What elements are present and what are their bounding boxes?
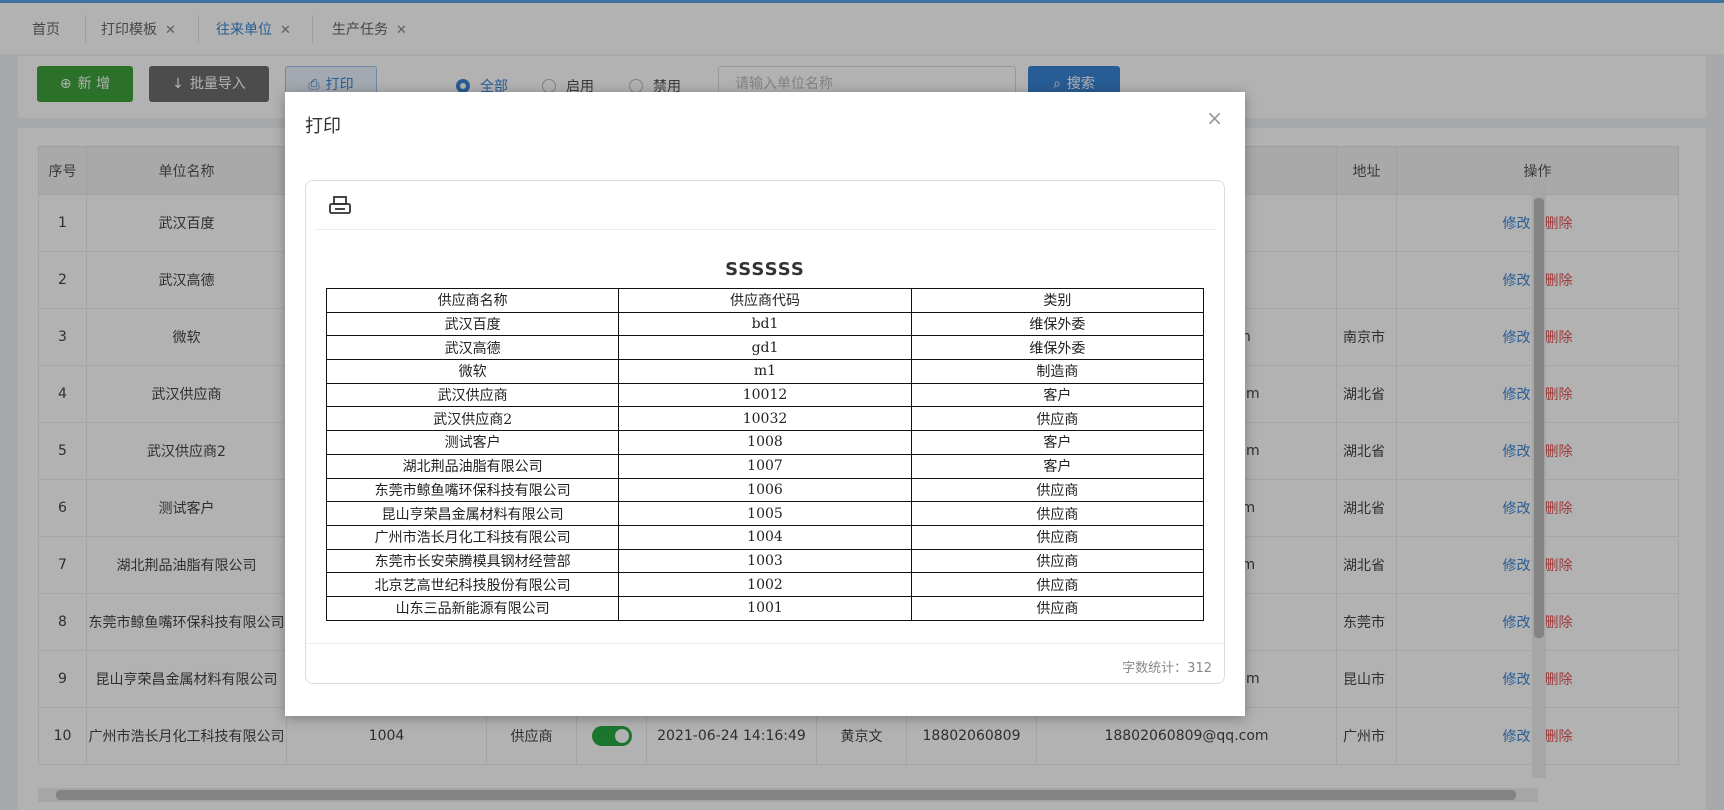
print-table-cell: 10032 xyxy=(618,406,912,432)
print-table-cell: 维保外委 xyxy=(910,335,1205,361)
print-table-row: 昆山亨荣昌金属材料有限公司 1005 供应商 xyxy=(325,501,1205,526)
print-table-cell: 广州市浩长月化工科技有限公司 xyxy=(325,524,620,550)
print-table-cell: 供应商 xyxy=(910,572,1205,597)
print-table-row: 武汉供应商 10012 客户 xyxy=(325,382,1205,408)
print-table-cell: 10012 xyxy=(618,382,912,408)
print-table-cell: 供应商 xyxy=(910,548,1205,574)
print-table-cell: 测试客户 xyxy=(325,430,620,455)
print-table-cell: 1004 xyxy=(618,524,912,550)
print-table-cell: 客户 xyxy=(910,382,1205,408)
print-table-cell: 武汉百度 xyxy=(325,311,620,337)
close-icon[interactable]: × xyxy=(1206,106,1223,130)
print-table-cell: 1008 xyxy=(618,430,912,455)
print-table-cell: 湖北荆品油脂有限公司 xyxy=(325,453,620,479)
print-table-cell: 供应商 xyxy=(910,524,1205,550)
print-table-cell: bd1 xyxy=(618,311,912,337)
print-table-cell: 山东三品新能源有限公司 xyxy=(325,595,620,621)
print-table-cell: 东莞市长安荣腾模具钢材经营部 xyxy=(325,548,620,574)
print-table-row: 湖北荆品油脂有限公司 1007 客户 xyxy=(325,453,1205,479)
print-document-title: SSSSSS xyxy=(725,259,805,280)
print-table-cell: 北京艺高世纪科技股份有限公司 xyxy=(325,572,620,597)
print-table-row: 东莞市长安荣腾模具钢材经营部 1003 供应商 xyxy=(325,548,1205,574)
print-table-cell: 武汉供应商2 xyxy=(325,406,620,432)
print-table-cell: 供应商 xyxy=(910,501,1205,526)
print-table-cell: 制造商 xyxy=(910,359,1205,384)
column-header: 供应商名称 xyxy=(325,288,620,313)
print-table-cell: 供应商 xyxy=(910,406,1205,432)
print-table-cell: gd1 xyxy=(618,335,912,361)
dialog-title: 打印 xyxy=(305,116,341,137)
print-table-row: 广州市浩长月化工科技有限公司 1004 供应商 xyxy=(325,524,1205,550)
column-header: 供应商代码 xyxy=(618,288,912,313)
print-table-row: 东莞市鲸鱼嘴环保科技有限公司 1006 供应商 xyxy=(325,477,1205,503)
print-table-cell: 1006 xyxy=(618,477,912,503)
print-table-cell: 1002 xyxy=(618,572,912,597)
print-table-cell: 昆山亨荣昌金属材料有限公司 xyxy=(325,501,620,526)
print-table-cell: 供应商 xyxy=(910,595,1205,621)
print-table-row: 测试客户 1008 客户 xyxy=(325,430,1205,455)
print-table-row: 北京艺高世纪科技股份有限公司 1002 供应商 xyxy=(325,572,1205,597)
print-table-cell: m1 xyxy=(618,359,912,384)
print-table-row: 武汉供应商2 10032 供应商 xyxy=(325,406,1205,432)
print-table-cell: 武汉高德 xyxy=(325,335,620,361)
print-table-cell: 客户 xyxy=(910,453,1205,479)
printer-icon[interactable] xyxy=(328,195,352,217)
table-header-row: 供应商名称 供应商代码 类别 xyxy=(325,288,1205,313)
print-table-cell: 客户 xyxy=(910,430,1205,455)
print-table-row: 武汉百度 bd1 维保外委 xyxy=(325,311,1205,337)
print-table-cell: 武汉供应商 xyxy=(325,382,620,408)
print-table-cell: 1001 xyxy=(618,595,912,621)
print-table-cell: 供应商 xyxy=(910,477,1205,503)
print-table-cell: 微软 xyxy=(325,359,620,384)
print-preview-panel: SSSSSS 供应商名称 供应商代码 类别 武汉百度 bd1 维保外委 武汉高德 gd1… xyxy=(305,180,1225,684)
divider xyxy=(306,643,1224,644)
print-table-row: 武汉高德 gd1 维保外委 xyxy=(325,335,1205,361)
print-dialog: 打印 × SSSSSS 供应商名称 供应商代码 类别 武汉百度 bd1 维保外委 武汉… xyxy=(285,92,1245,716)
print-table-row: 山东三品新能源有限公司 1001 供应商 xyxy=(325,595,1205,621)
print-table-cell: 维保外委 xyxy=(910,311,1205,337)
print-table-cell: 1005 xyxy=(618,501,912,526)
print-document-table: 供应商名称 供应商代码 类别 武汉百度 bd1 维保外委 武汉高德 gd1 维保外委 微软 m… xyxy=(325,288,1205,621)
print-table-cell: 1007 xyxy=(618,453,912,479)
print-table-row: 微软 m1 制造商 xyxy=(325,359,1205,384)
column-header: 类别 xyxy=(910,288,1205,313)
divider xyxy=(314,229,1216,230)
print-table-cell: 1003 xyxy=(618,548,912,574)
word-count: 字数统计：312 xyxy=(1122,661,1212,676)
print-table-cell: 东莞市鲸鱼嘴环保科技有限公司 xyxy=(325,477,620,503)
